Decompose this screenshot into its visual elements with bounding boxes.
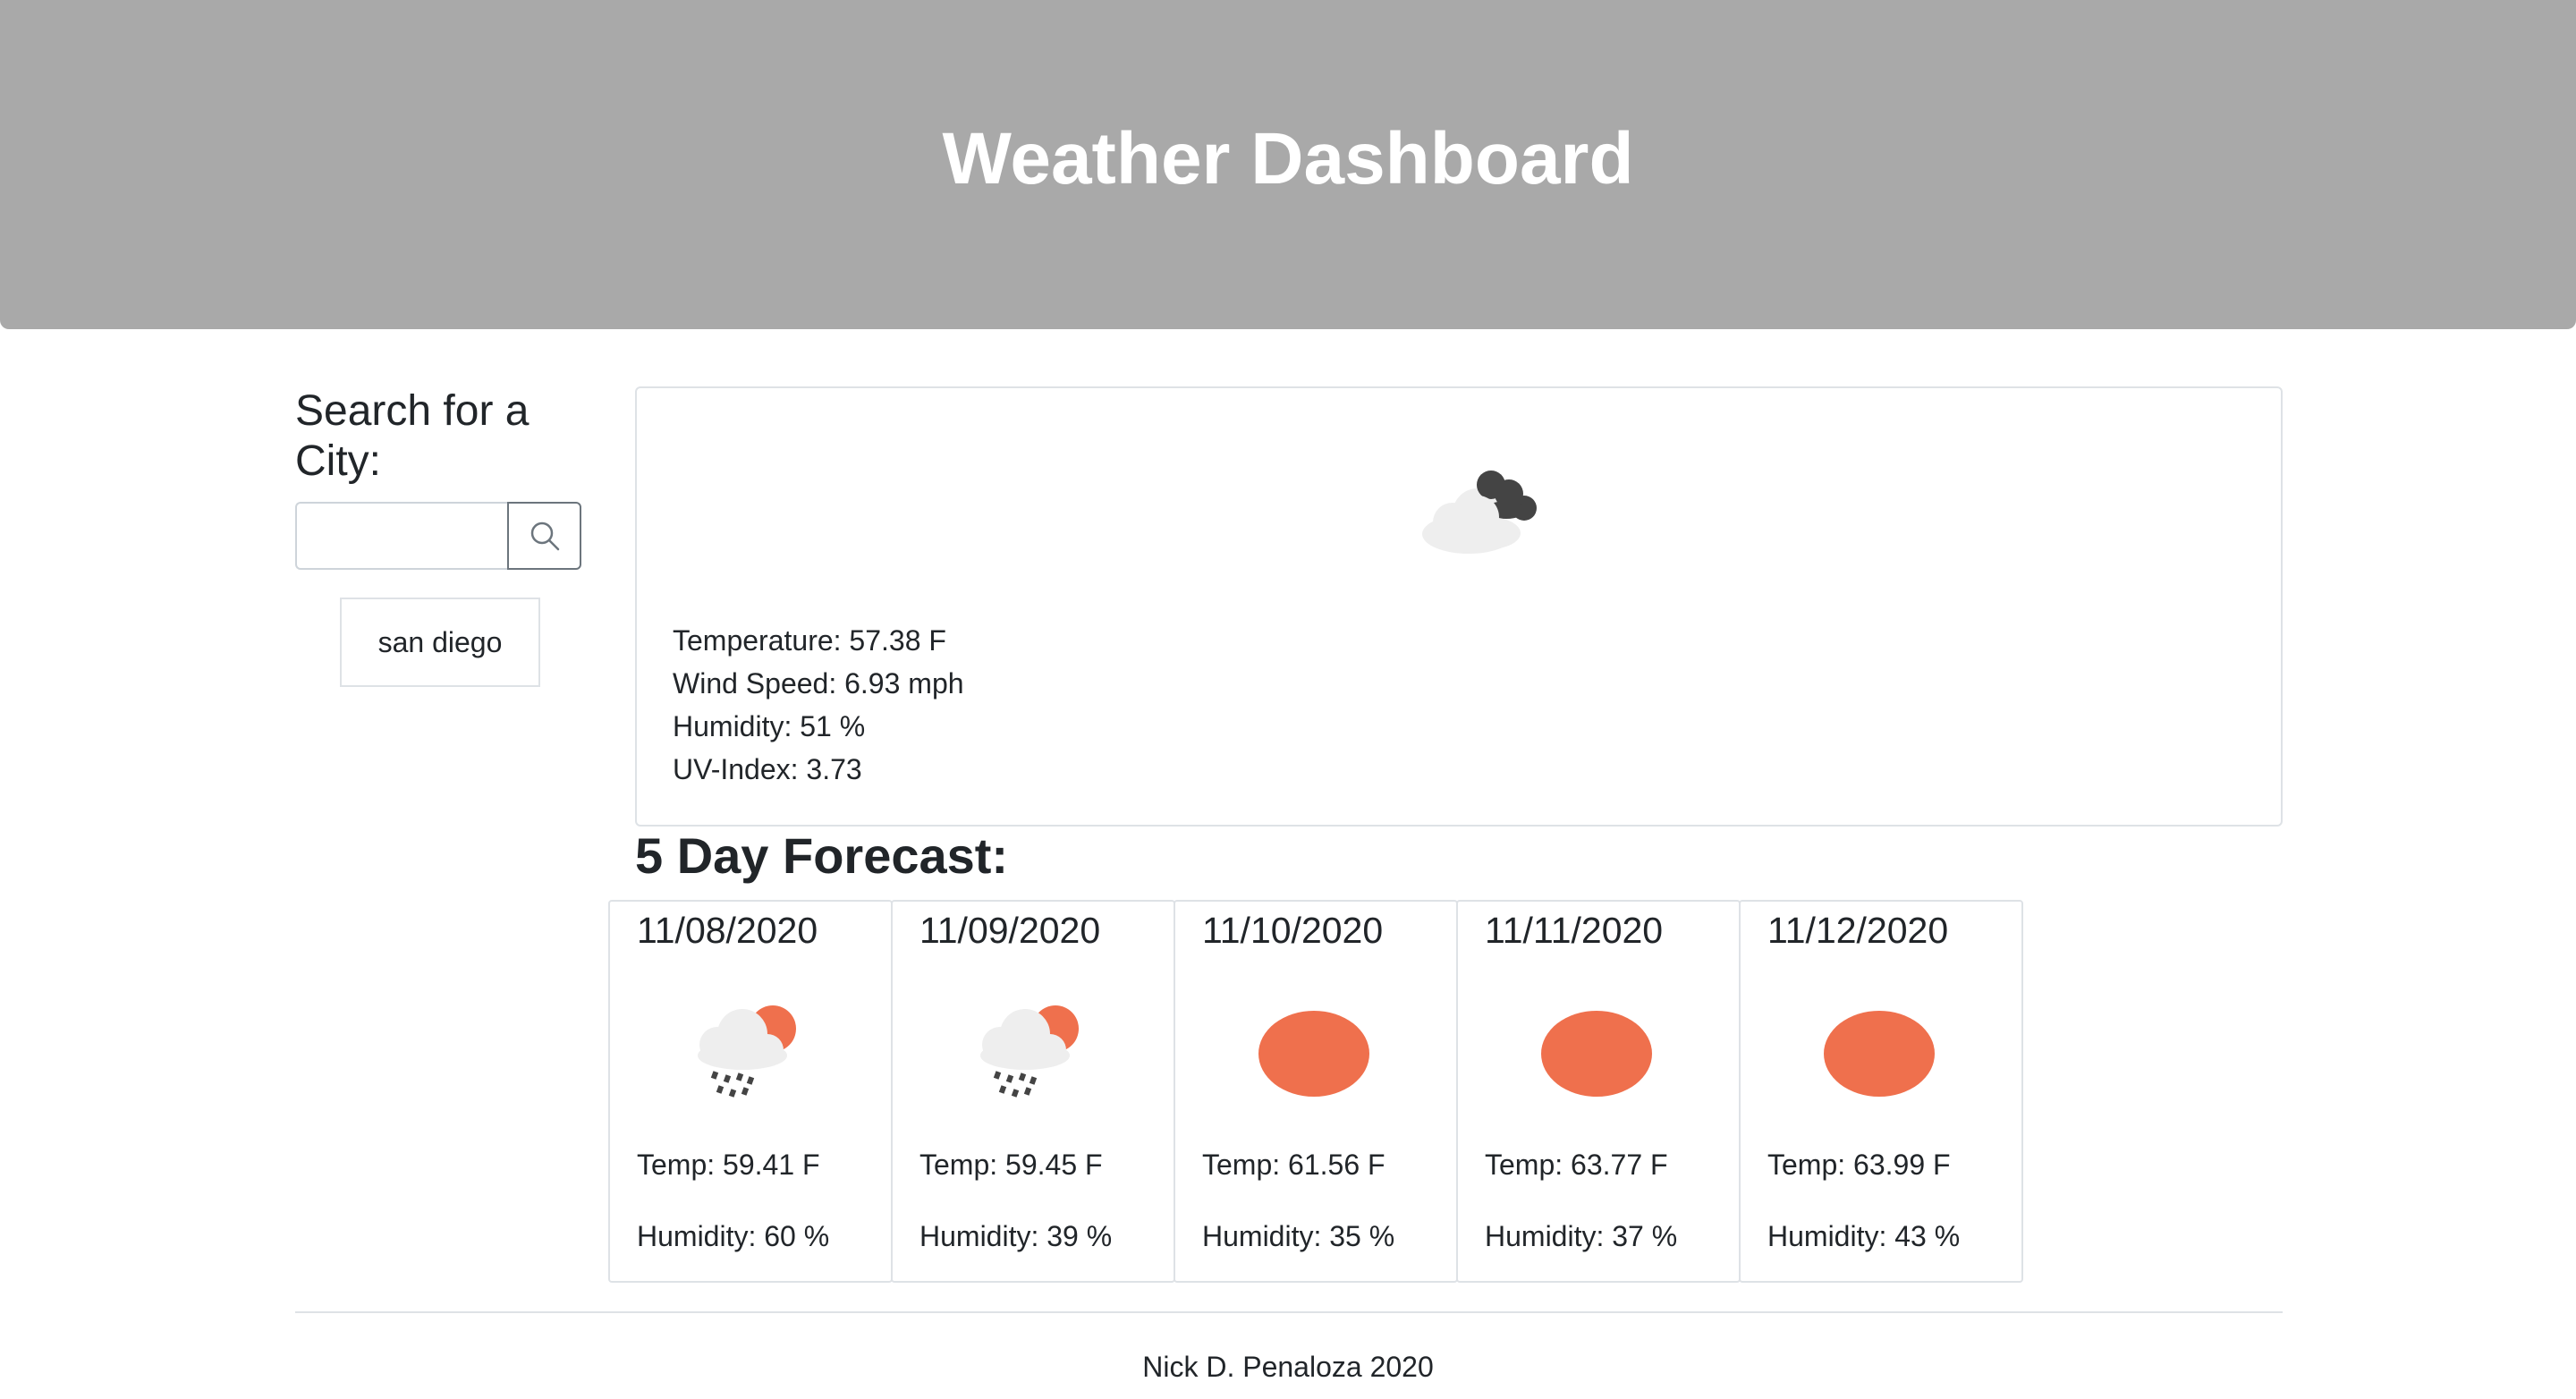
forecast-day-card: 11/09/2020 Temp: 59.45 F Humidity: 39 % [891,900,1175,1283]
footer-credit: Nick D. Penaloza 2020 [1142,1351,1434,1383]
forecast-title: 5 Day Forecast: [635,827,1009,884]
forecast-humidity: Humidity: 43 % [1767,1220,1961,1252]
forecast-temp: Temp: 63.77 F [1485,1149,1668,1181]
forecast-date: 11/09/2020 [919,910,1101,951]
sun-icon [1541,1011,1652,1097]
overcast-clouds-icon [1422,471,1537,554]
footer-divider [295,1311,2283,1313]
forecast-day-card: 11/10/2020 Temp: 61.56 F Humidity: 35 % [1174,900,1458,1283]
search-form [295,502,581,570]
forecast-day-card: 11/11/2020 Temp: 63.77 F Humidity: 37 % [1456,900,1741,1283]
forecast-humidity: Humidity: 39 % [919,1220,1113,1252]
forecast-humidity: Humidity: 60 % [637,1220,830,1252]
forecast-day-card: 11/12/2020 Temp: 63.99 F Humidity: 43 % [1739,900,2023,1283]
forecast-day-card: 11/08/2020 Temp: 59.41 F Humidity: 60 % [608,900,893,1283]
current-weather-card: Temperature: 57.38 F Wind Speed: 6.93 mp… [635,386,2283,827]
forecast-date: 11/11/2020 [1485,910,1664,951]
page-header: Weather Dashboard [0,0,2576,329]
forecast-date: 11/08/2020 [637,910,818,951]
forecast-humidity: Humidity: 35 % [1202,1220,1395,1252]
forecast-temp: Temp: 59.45 F [919,1149,1103,1181]
current-humidity: Humidity: 51 % [673,710,866,742]
rain-sun-icon [980,1005,1079,1098]
search-button[interactable] [507,502,581,570]
history-city-button[interactable]: san diego [340,598,540,687]
forecast-date: 11/12/2020 [1767,910,1949,951]
current-weather-stats: Temperature: 57.38 F Wind Speed: 6.93 mp… [673,619,964,791]
forecast-temp: Temp: 63.99 F [1767,1149,1951,1181]
sun-icon [1258,1011,1369,1097]
forecast-date: 11/10/2020 [1202,910,1384,951]
search-icon [530,521,559,551]
city-search-input[interactable] [295,502,507,570]
forecast-temp: Temp: 59.41 F [637,1149,820,1181]
current-wind-speed: Wind Speed: 6.93 mph [673,667,964,700]
forecast-temp: Temp: 61.56 F [1202,1149,1385,1181]
forecast-list: 11/08/2020 Temp: 59.41 F Humidity: 60 % … [608,900,2023,1283]
page-title: Weather Dashboard [942,118,1634,199]
current-temperature: Temperature: 57.38 F [673,624,946,657]
rain-sun-icon [698,1005,796,1098]
search-title: Search for a City: [295,387,530,485]
current-uv-index: UV-Index: 3.73 [673,753,862,785]
forecast-humidity: Humidity: 37 % [1485,1220,1678,1252]
sun-icon [1824,1011,1935,1097]
